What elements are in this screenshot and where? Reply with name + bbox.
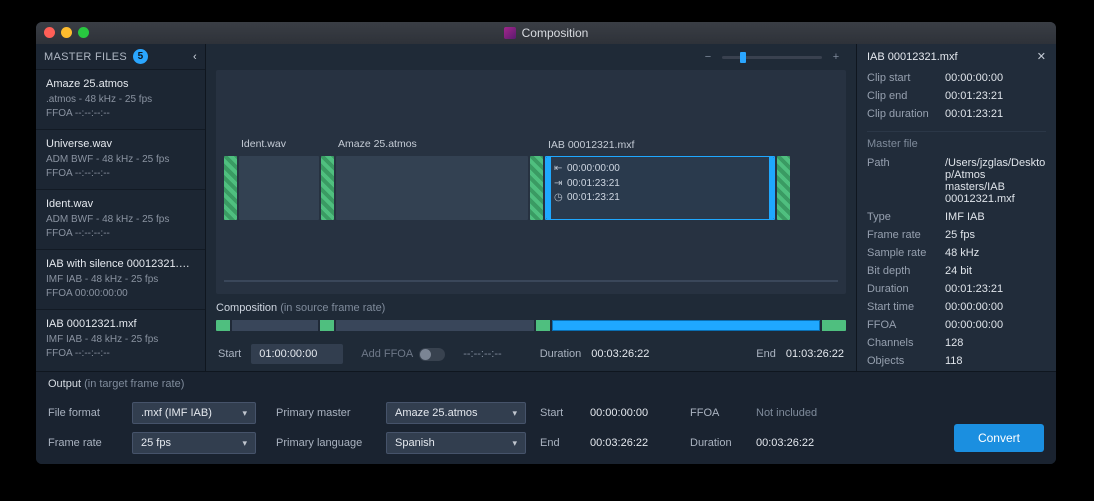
zoom-slider[interactable] [722, 56, 822, 59]
end-value: 01:03:26:22 [786, 348, 844, 360]
end-label: End [756, 348, 776, 360]
titlebar: Composition [36, 22, 1056, 44]
duration-value: 00:03:26:22 [591, 348, 649, 360]
sidebar: MASTER FILES 5 ‹ Amaze 25.atmos .atmos -… [36, 44, 206, 371]
clip-duration-icon: ◷ [554, 191, 563, 206]
file-item[interactable]: Universe.wav ADM BWF - 48 kHz - 25 fps F… [36, 130, 205, 190]
file-format-select[interactable]: .mxf (IMF IAB)▾ [132, 402, 256, 424]
minimize-window-button[interactable] [61, 27, 72, 38]
composition-lane: Composition (in source frame rate) [216, 302, 846, 331]
out-ffoa-label: FFOA [690, 407, 746, 419]
file-format-label: File format [48, 407, 118, 419]
primary-language-label: Primary language [276, 437, 372, 449]
clip-label: Amaze 25.atmos [338, 138, 417, 150]
clip-handle[interactable] [321, 156, 334, 220]
clip-end-icon: ⇥ [554, 177, 563, 192]
file-format: IMF IAB - 48 kHz - 25 fps [46, 273, 195, 287]
clip-info: ⇤00:00:00:00 ⇥00:01:23:21 ◷00:01:23:21 [546, 157, 774, 211]
file-item[interactable]: IAB with silence 00012321.mxf IMF IAB - … [36, 250, 205, 310]
output-hint: (in target frame rate) [84, 378, 184, 390]
clip-label: IAB 00012321.mxf [548, 139, 634, 151]
clip-handle[interactable] [530, 156, 543, 220]
ffoa-toggle[interactable] [419, 348, 445, 361]
clip-selected[interactable]: IAB 00012321.mxf ⇤00:00:00:00 ⇥00:01:23:… [545, 156, 775, 220]
file-item[interactable]: Amaze 25.atmos .atmos - 48 kHz - 25 fps … [36, 70, 205, 130]
file-name: IAB with silence 00012321.mxf [46, 258, 195, 270]
sidebar-count-badge: 5 [133, 49, 148, 64]
clip[interactable]: Amaze 25.atmos [336, 156, 528, 220]
sidebar-header: MASTER FILES 5 ‹ [36, 44, 205, 70]
out-ffoa-value: Not included [756, 407, 846, 419]
file-item[interactable]: IAB 00012321.mxf IMF IAB - 48 kHz - 25 f… [36, 310, 205, 369]
file-item[interactable]: Ident.wav ADM BWF - 48 kHz - 25 fps FFOA… [36, 190, 205, 250]
window-title-text: Composition [522, 26, 589, 40]
file-format: ADM BWF - 48 kHz - 25 fps [46, 153, 195, 167]
clip-label: Ident.wav [241, 138, 286, 150]
file-format: IMF IAB - 48 kHz - 25 fps [46, 333, 195, 347]
traffic-lights [44, 27, 89, 38]
start-label: Start [218, 348, 241, 360]
out-start-label: Start [540, 407, 580, 419]
chevron-down-icon: ▾ [512, 438, 517, 449]
file-ffoa: FFOA --:--:--:-- [46, 347, 195, 361]
primary-language-select[interactable]: Spanish▾ [386, 432, 526, 454]
add-ffoa-button[interactable]: Add FFOA [353, 344, 453, 365]
file-format: ADM BWF - 48 kHz - 25 fps [46, 213, 195, 227]
app-icon [504, 27, 516, 39]
file-name: Universe.wav [46, 138, 195, 150]
clip-handle[interactable] [777, 156, 790, 220]
zoom-window-button[interactable] [78, 27, 89, 38]
close-inspector-button[interactable]: ✕ [1037, 50, 1046, 63]
file-ffoa: FFOA 00:00:00:00 [46, 287, 195, 301]
file-ffoa: FFOA --:--:--:-- [46, 227, 195, 241]
app-window: Composition MASTER FILES 5 ‹ Amaze 25.at… [36, 22, 1056, 464]
out-end-value: 00:03:26:22 [590, 437, 680, 449]
composition-hint: (in source frame rate) [280, 302, 385, 314]
convert-button[interactable]: Convert [954, 424, 1044, 452]
sidebar-title: MASTER FILES [44, 51, 127, 63]
output-panel: Output (in target frame rate) File forma… [36, 371, 1056, 464]
time-bar: Start Add FFOA --:--:--:-- Duration 00:0… [206, 337, 856, 371]
file-name: Amaze 25.atmos [46, 78, 195, 90]
out-dur-label: Duration [690, 437, 746, 449]
collapse-sidebar-button[interactable]: ‹ [193, 51, 197, 63]
window-title: Composition [504, 26, 589, 40]
zoom-in-button[interactable]: + [830, 51, 842, 63]
chevron-down-icon: ▾ [242, 408, 247, 419]
clip-handle[interactable] [224, 156, 237, 220]
file-ffoa: FFOA --:--:--:-- [46, 167, 195, 181]
start-input[interactable] [251, 344, 343, 364]
composition-label: Composition [216, 302, 277, 314]
timeline-canvas[interactable]: Ident.wav Amaze 25.atmos IAB 00012321.mx… [216, 70, 846, 294]
duration-label: Duration [540, 348, 582, 360]
chevron-down-icon: ▾ [242, 438, 247, 449]
inspector-title: IAB 00012321.mxf [867, 51, 958, 63]
file-name: IAB 00012321.mxf [46, 318, 195, 330]
zoom-out-button[interactable]: − [702, 51, 714, 63]
clip-start-icon: ⇤ [554, 162, 563, 177]
out-start-value: 00:00:00:00 [590, 407, 680, 419]
frame-rate-select[interactable]: 25 fps▾ [132, 432, 256, 454]
clip[interactable]: Ident.wav [239, 156, 319, 220]
composition-track[interactable] [216, 320, 846, 331]
main-panel: − + Ident.wav Amaze 25.atmos [206, 44, 856, 371]
zoom-bar: − + [206, 44, 856, 70]
inspector-panel: IAB 00012321.mxf ✕ Clip start00:00:00:00… [856, 44, 1056, 371]
frame-rate-label: Frame rate [48, 437, 118, 449]
primary-master-select[interactable]: Amaze 25.atmos▾ [386, 402, 526, 424]
inspector-section-label: Master file [867, 131, 1046, 150]
chevron-down-icon: ▾ [512, 408, 517, 419]
file-ffoa: FFOA --:--:--:-- [46, 107, 195, 121]
file-format: .atmos - 48 kHz - 25 fps [46, 93, 195, 107]
out-dur-value: 00:03:26:22 [756, 437, 846, 449]
close-window-button[interactable] [44, 27, 55, 38]
ffoa-blank: --:--:--:-- [463, 348, 501, 360]
primary-master-label: Primary master [276, 407, 372, 419]
timeline-scrollbar[interactable] [224, 280, 838, 282]
file-name: Ident.wav [46, 198, 195, 210]
out-end-label: End [540, 437, 580, 449]
sidebar-list: Amaze 25.atmos .atmos - 48 kHz - 25 fps … [36, 70, 205, 369]
output-title: Output [48, 378, 81, 390]
